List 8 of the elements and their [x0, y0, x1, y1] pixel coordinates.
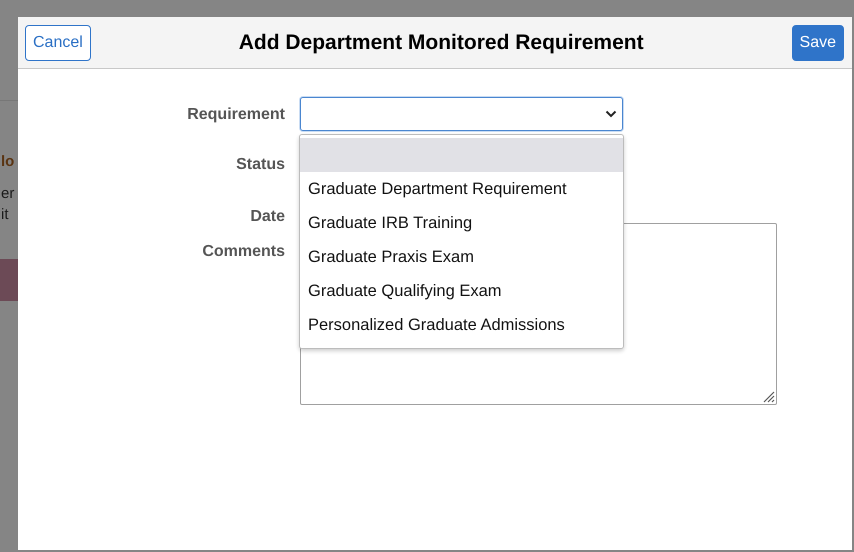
field-label: Date [249, 207, 285, 227]
background-text: er [0, 184, 14, 204]
field-label: Requirement [186, 105, 285, 125]
background-text: lo [0, 152, 14, 172]
dialog-title: Add Department Monitored Requirement [238, 30, 644, 54]
field-label: Comments [201, 242, 285, 262]
field-label: Status [235, 155, 285, 175]
background-text: it [0, 205, 8, 225]
